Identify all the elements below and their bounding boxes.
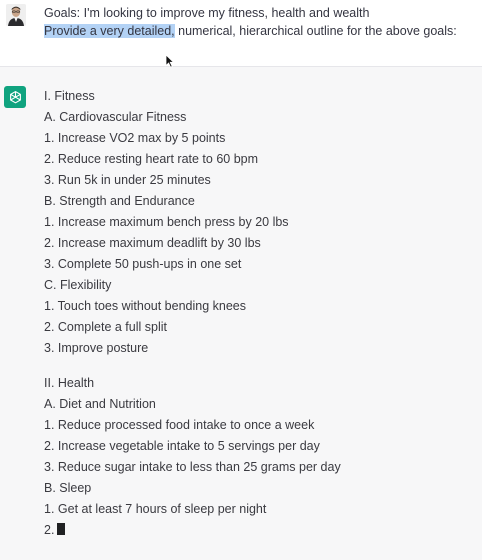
typing-cursor (57, 523, 66, 535)
outline-line: 2. Increase maximum deadlift by 30 lbs (44, 236, 261, 250)
outline-line: A. Diet and Nutrition (44, 397, 156, 411)
outline-line-last: 2. (44, 522, 66, 538)
outline-line-text: 2. (44, 523, 55, 537)
outline-line: 1. Increase VO2 max by 5 points (44, 131, 226, 145)
outline-line: 2. Increase vegetable intake to 5 servin… (44, 439, 320, 453)
outline-line: 3. Improve posture (44, 341, 149, 355)
outline-line: 3. Complete 50 push-ups in one set (44, 257, 242, 271)
outline-line: 1. Increase maximum bench press by 20 lb… (44, 215, 289, 229)
outline-line: 1. Get at least 7 hours of sleep per nig… (44, 502, 267, 516)
user-message-line-1: Goals: I'm looking to improve my fitness… (44, 6, 370, 20)
user-message: Goals: I'm looking to improve my fitness… (0, 0, 482, 68)
outline-line: B. Strength and Endurance (44, 194, 195, 208)
outline-line: 1. Touch toes without bending knees (44, 299, 246, 313)
outline-line: 3. Run 5k in under 25 minutes (44, 173, 211, 187)
outline-line: I. Fitness (44, 89, 95, 103)
assistant-message: I. Fitness A. Cardiovascular Fitness 1. … (0, 67, 482, 560)
outline-line: 2. Complete a full split (44, 320, 167, 334)
outline-line: II. Health (44, 376, 95, 390)
outline-line: 1. Reduce processed food intake to once … (44, 418, 315, 432)
openai-logo-icon (4, 86, 26, 108)
outline-line: C. Flexibility (44, 278, 112, 292)
outline-line: 3. Reduce sugar intake to less than 25 g… (44, 460, 341, 474)
selected-text[interactable]: Provide a very detailed, (44, 24, 175, 38)
user-message-line-2-rest: numerical, hierarchical outline for the … (174, 24, 457, 38)
outline-line: B. Sleep (44, 481, 92, 495)
mouse-pointer-icon (165, 54, 175, 68)
outline-line: A. Cardiovascular Fitness (44, 110, 187, 124)
outline-line: 2. Reduce resting heart rate to 60 bpm (44, 152, 259, 166)
user-avatar (6, 4, 26, 26)
user-message-line-2: Provide a very detailed, numerical, hier… (44, 23, 457, 39)
